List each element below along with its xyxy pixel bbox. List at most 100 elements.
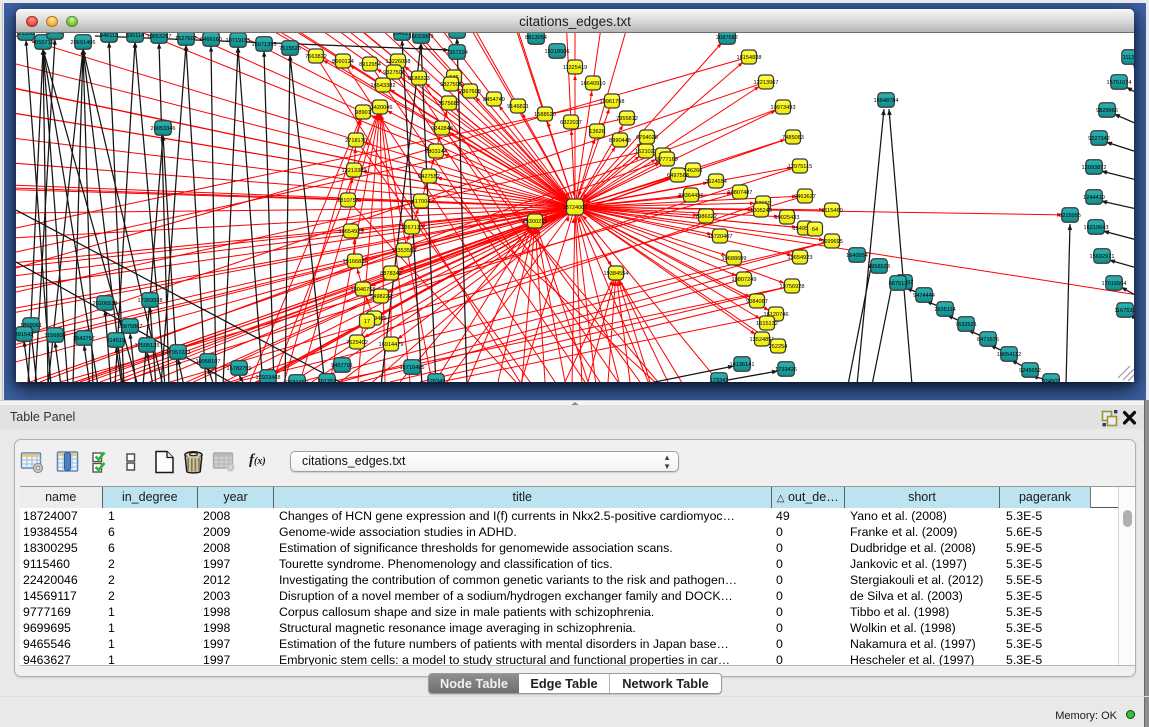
svg-text:1156809: 1156809	[44, 333, 65, 339]
svg-text:15692971: 15692971	[1090, 254, 1115, 260]
svg-text:21350: 21350	[18, 33, 34, 37]
svg-text:8215955: 8215955	[1059, 213, 1081, 219]
svg-text:9245652: 9245652	[1019, 368, 1041, 374]
svg-text:3675685: 3675685	[438, 101, 460, 107]
svg-text:1244419: 1244419	[1083, 195, 1105, 201]
svg-text:687513: 687513	[889, 281, 908, 287]
svg-text:10975867: 10975867	[118, 324, 143, 330]
svg-text:1733426: 1733426	[775, 367, 797, 373]
svg-text:11124: 11124	[1123, 55, 1134, 61]
svg-text:1527602: 1527602	[175, 36, 197, 42]
svg-text:20364436: 20364436	[679, 193, 704, 199]
svg-text:19218506: 19218506	[545, 49, 570, 55]
svg-text:1621022: 1621022	[635, 149, 657, 155]
svg-text:9699695: 9699695	[821, 239, 843, 245]
svg-text:9777169: 9777169	[656, 157, 678, 163]
svg-text:13226058: 13226058	[386, 59, 411, 65]
svg-text:946113: 946113	[100, 33, 118, 39]
svg-text:6794028: 6794028	[636, 135, 658, 141]
svg-text:1005243: 1005243	[750, 208, 772, 214]
svg-text:11353594: 11353594	[392, 248, 416, 254]
svg-text:15720407: 15720407	[708, 234, 733, 240]
svg-text:16671355: 16671355	[252, 42, 277, 48]
svg-text:8878342: 8878342	[380, 271, 402, 277]
svg-text:13626: 13626	[589, 129, 605, 135]
svg-text:924502: 924502	[1042, 379, 1061, 382]
svg-text:9084067: 9084067	[746, 299, 768, 305]
svg-text:3267110: 3267110	[401, 225, 422, 231]
svg-text:10961758: 10961758	[600, 99, 625, 105]
svg-text:17016504: 17016504	[1102, 281, 1127, 287]
svg-text:16033809: 16033809	[409, 34, 434, 40]
svg-text:9242848: 9242848	[431, 126, 453, 132]
svg-text:16640910: 16640910	[581, 81, 606, 87]
svg-text:114519: 114519	[107, 338, 125, 344]
svg-text:17957223: 17957223	[166, 350, 191, 356]
svg-text:19654923: 19654923	[788, 255, 813, 261]
svg-text:98901: 98901	[355, 110, 371, 116]
svg-text:9031469: 9031469	[286, 380, 308, 382]
svg-text:5498222: 5498222	[370, 294, 392, 300]
svg-text:1167533: 1167533	[1114, 308, 1134, 314]
svg-text:391543: 391543	[16, 332, 33, 338]
svg-text:120349: 120349	[427, 379, 446, 382]
svg-text:830114: 830114	[126, 33, 144, 39]
svg-text:16210643: 16210643	[1084, 225, 1109, 231]
svg-text:2803144: 2803144	[425, 149, 447, 155]
svg-text:19384554: 19384554	[604, 271, 629, 277]
svg-text:7357224: 7357224	[446, 50, 468, 56]
svg-text:2935114: 2935114	[934, 307, 955, 313]
svg-text:8958923: 8958923	[868, 264, 890, 270]
svg-text:19654925: 19654925	[339, 229, 364, 235]
svg-text:12923468: 12923468	[256, 375, 281, 381]
svg-text:12975115: 12975115	[788, 164, 812, 170]
svg-text:417004: 417004	[412, 199, 431, 205]
svg-text:173342: 173342	[710, 378, 729, 382]
svg-text:8912954: 8912954	[359, 62, 381, 68]
svg-text:18807249: 18807249	[732, 277, 757, 283]
svg-text:7625402: 7625402	[346, 340, 368, 346]
svg-text:16543382: 16543382	[371, 83, 396, 89]
svg-text:8427552: 8427552	[418, 174, 440, 180]
svg-text:12213389: 12213389	[342, 168, 367, 174]
svg-text:8454749: 8454749	[483, 97, 505, 103]
svg-text:8990448: 8990448	[609, 138, 631, 144]
svg-text:10654112: 10654112	[997, 352, 1021, 358]
svg-text:8813054: 8813054	[525, 35, 547, 41]
svg-text:16648784: 16648784	[874, 98, 899, 104]
svg-text:9457791: 9457791	[331, 363, 353, 369]
svg-text:2367608: 2367608	[459, 89, 481, 95]
svg-text:1810753: 1810753	[337, 198, 359, 204]
svg-text:8471676: 8471676	[977, 337, 999, 343]
svg-text:7515526: 7515526	[279, 46, 301, 52]
svg-text:17359928: 17359928	[138, 298, 163, 304]
svg-text:17743: 17743	[47, 33, 63, 36]
svg-text:10653267: 10653267	[147, 34, 172, 40]
svg-text:10719155: 10719155	[226, 38, 251, 44]
svg-text:14136141: 14136141	[730, 362, 755, 368]
svg-text:7955812: 7955812	[616, 116, 638, 122]
svg-text:9327506: 9327506	[383, 70, 405, 76]
svg-text:9474444: 9474444	[913, 293, 935, 299]
svg-text:2942757: 2942757	[73, 336, 95, 342]
svg-text:23420046: 23420046	[368, 105, 393, 111]
svg-text:25300215: 25300215	[523, 219, 548, 225]
svg-text:9327508: 9327508	[440, 82, 462, 88]
svg-text:7986322: 7986322	[695, 214, 717, 220]
svg-text:17: 17	[364, 319, 370, 325]
svg-text:19958107: 19958107	[196, 359, 221, 365]
svg-text:7632621: 7632621	[955, 322, 977, 328]
svg-text:6322037: 6322037	[560, 120, 582, 126]
svg-text:9146821: 9146821	[507, 104, 529, 110]
svg-text:10025433: 10025433	[775, 215, 800, 221]
svg-text:8660124: 8660124	[332, 59, 354, 65]
svg-text:1615132: 1615132	[756, 321, 778, 327]
svg-text:9829966: 9829966	[1096, 108, 1118, 114]
svg-text:15716485: 15716485	[400, 365, 425, 371]
svg-text:20053346: 20053346	[151, 126, 176, 132]
svg-text:20206538: 20206538	[93, 301, 118, 307]
svg-text:2718170: 2718170	[345, 138, 367, 144]
svg-text:16154838: 16154838	[737, 55, 762, 61]
svg-text:16914479: 16914479	[379, 342, 404, 348]
svg-text:6497568: 6497568	[667, 173, 689, 179]
